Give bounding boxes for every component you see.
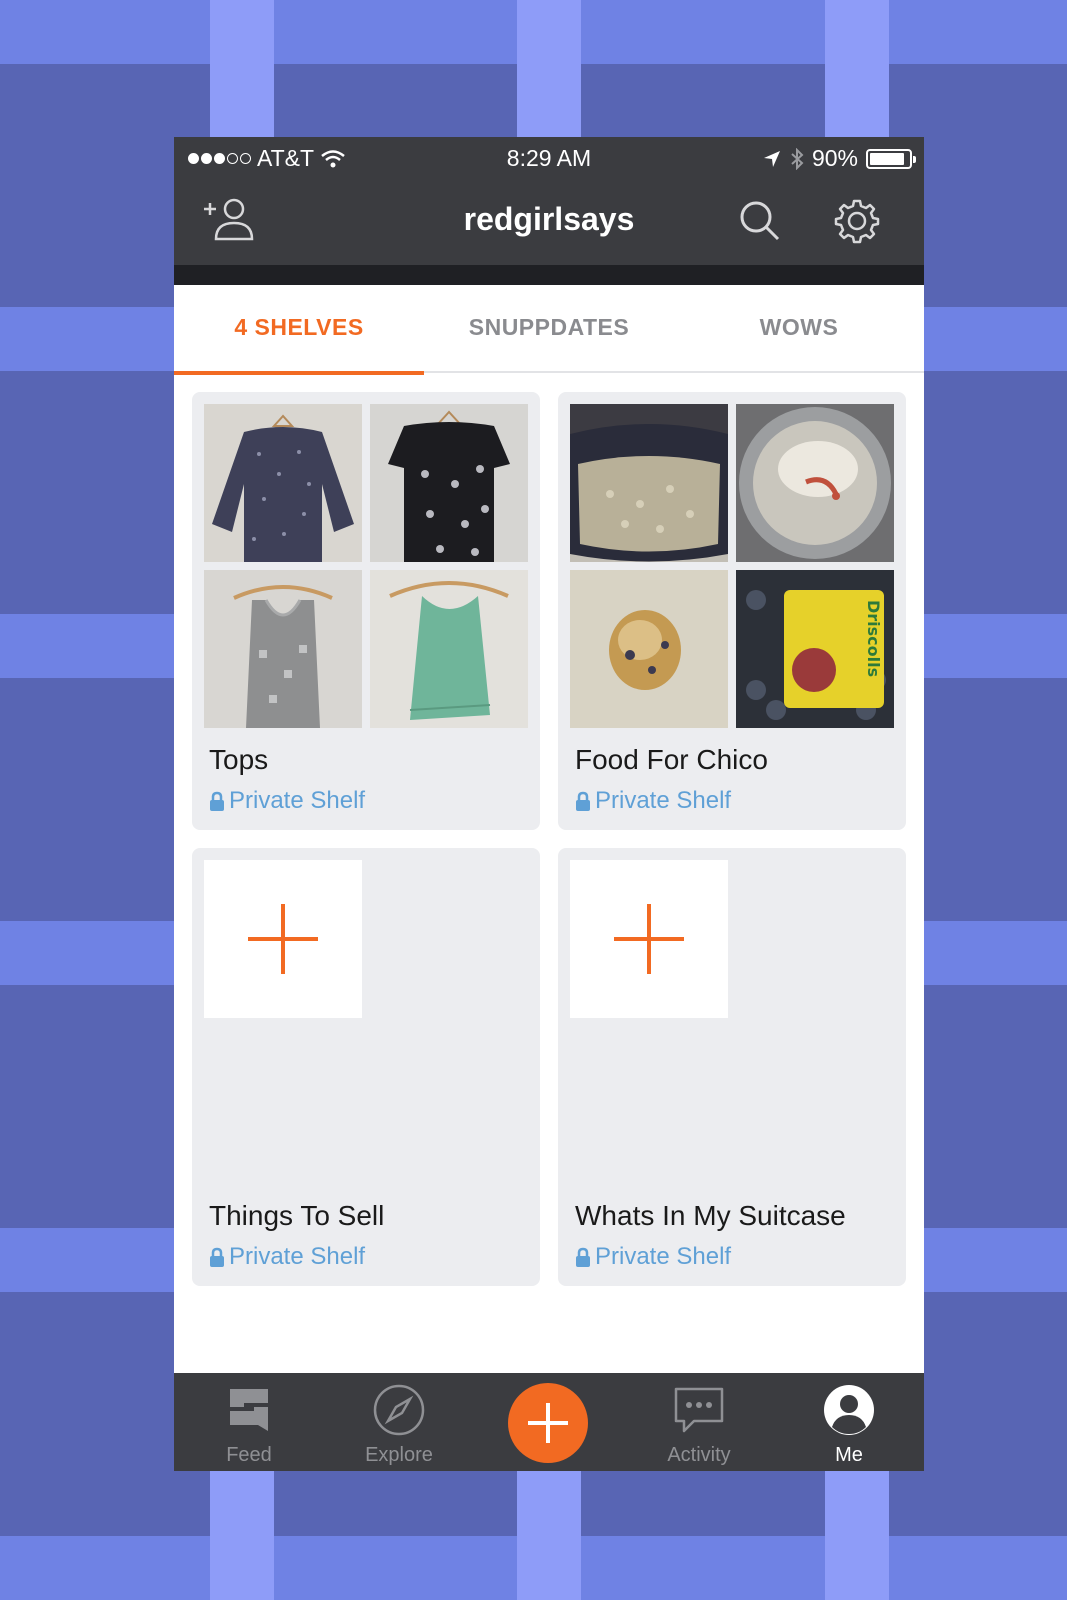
gear-icon[interactable] [830,195,884,247]
plus-icon [248,904,318,974]
snupps-s-icon [230,1389,268,1431]
shelf-title: Tops [209,744,269,775]
tab-shelves[interactable]: 4 SHELVES [174,285,424,375]
privacy-label: Private Shelf [575,787,731,815]
page-title: redgirlsays [463,201,635,237]
plus-icon [528,1403,568,1443]
thumbnail-image[interactable] [370,404,528,562]
phone-screen: AT&T 8:29 AM 90% redgirlsays 4 SHELVES S… [174,137,924,1471]
profile-icon [824,1385,874,1435]
shelf-title: Food For Chico [575,744,768,775]
add-item-tile[interactable] [204,860,362,1018]
chat-bubble-icon [674,1387,724,1433]
thumbnail-image[interactable] [570,570,728,728]
lock-icon [576,1247,590,1267]
shelf-title: Things To Sell [209,1200,385,1231]
battery-icon [866,148,916,169]
shelf-title: Whats In My Suitcase [575,1200,846,1231]
tab-snuppdates[interactable]: SNUPPDATES [424,285,674,373]
tab-explore[interactable]: Explore [324,1373,474,1471]
lock-icon [210,1247,224,1267]
privacy-label: Private Shelf [209,1243,365,1271]
svg-text:Driscolls: Driscolls [864,600,883,677]
tab-me[interactable]: Me [774,1373,924,1471]
privacy-label: Private Shelf [209,787,365,815]
shelf-thumbnails [204,404,528,728]
thumbnail-image[interactable] [736,404,894,562]
shelf-card-whats-in-my-suitcase[interactable]: Whats In My Suitcase Private Shelf [558,848,906,1286]
thumbnail-image[interactable] [204,570,362,728]
shelf-thumbnails: Driscolls [570,404,894,728]
thumbnail-image[interactable] [370,570,528,728]
bottom-tab-bar: Feed Explore Activity Me [174,1373,924,1471]
thumbnail-image[interactable] [570,404,728,562]
search-icon[interactable] [734,195,788,247]
lock-icon [576,791,590,811]
add-button[interactable] [508,1383,588,1463]
add-item-tile[interactable] [570,860,728,1018]
profile-tabs: 4 SHELVES SNUPPDATES WOWS [174,285,924,375]
battery-percent: 90% [811,145,858,171]
tab-wows[interactable]: WOWS [674,285,924,373]
shelf-card-tops[interactable]: Tops Private Shelf [192,392,540,830]
thumbnail-image[interactable] [204,404,362,562]
cover-strip [174,265,924,285]
shelf-card-things-to-sell[interactable]: Things To Sell Private Shelf [192,848,540,1286]
bluetooth-icon [791,147,804,170]
lock-icon [210,791,224,811]
thumbnail-image[interactable]: Driscolls [736,570,894,728]
nav-bar: redgirlsays [174,177,924,265]
plus-icon [614,904,684,974]
tab-activity[interactable]: Activity [624,1373,774,1471]
compass-icon [373,1384,425,1436]
location-arrow-icon [763,150,780,167]
status-bar: AT&T 8:29 AM 90% [174,137,924,177]
tab-feed[interactable]: Feed [174,1373,324,1471]
shelf-card-food-for-chico[interactable]: Driscolls Food For Chico Private Shelf [558,392,906,830]
privacy-label: Private Shelf [575,1243,731,1271]
